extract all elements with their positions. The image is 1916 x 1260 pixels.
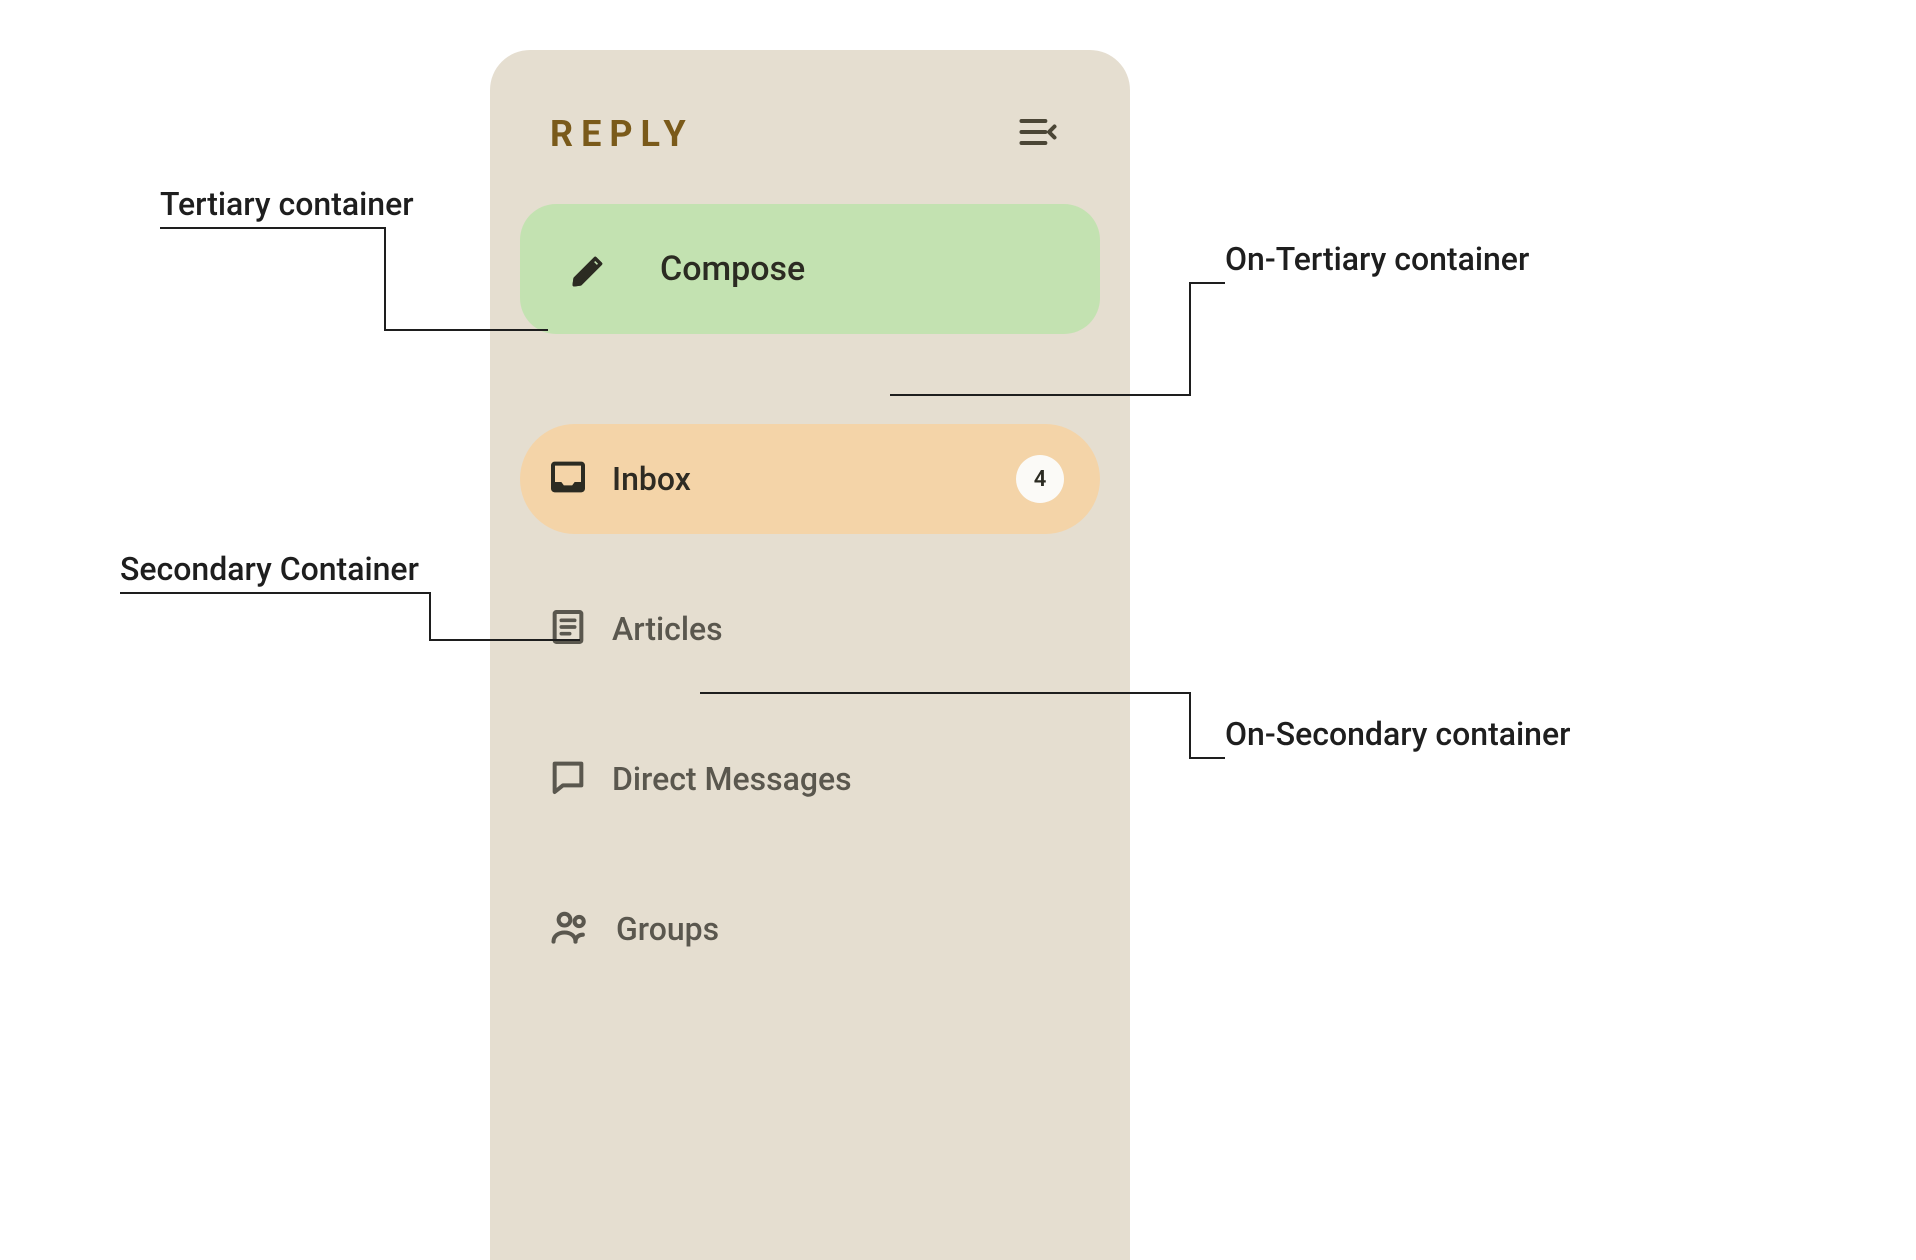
nav-item-groups[interactable]: Groups <box>520 874 1100 984</box>
inbox-badge: 4 <box>1016 455 1064 503</box>
nav-label: Inbox <box>612 460 992 498</box>
nav-item-articles[interactable]: Articles <box>520 574 1100 684</box>
annotation-secondary: Secondary Container <box>120 550 419 588</box>
article-icon <box>548 607 588 651</box>
compose-label: Compose <box>660 249 805 289</box>
app-brand: REPLY <box>550 113 694 155</box>
edit-icon <box>520 248 660 290</box>
nav-label: Articles <box>612 610 1064 648</box>
inbox-icon <box>548 457 588 501</box>
chat-icon <box>548 757 588 801</box>
groups-icon <box>548 905 592 953</box>
nav-list: Inbox 4 Articles Direct Messages <box>490 424 1130 984</box>
menu-open-icon[interactable] <box>1016 110 1060 158</box>
drawer-header: REPLY <box>490 50 1130 198</box>
annotation-on-secondary: On-Secondary container <box>1225 715 1570 753</box>
navigation-drawer: REPLY Compose Inbox <box>490 50 1130 1260</box>
annotation-on-tertiary: On-Tertiary container <box>1225 240 1529 278</box>
nav-label: Groups <box>616 910 1064 948</box>
nav-item-inbox[interactable]: Inbox 4 <box>520 424 1100 534</box>
nav-label: Direct Messages <box>612 760 1064 798</box>
annotation-tertiary: Tertiary container <box>160 185 414 223</box>
compose-button[interactable]: Compose <box>520 204 1100 334</box>
nav-item-direct-messages[interactable]: Direct Messages <box>520 724 1100 834</box>
